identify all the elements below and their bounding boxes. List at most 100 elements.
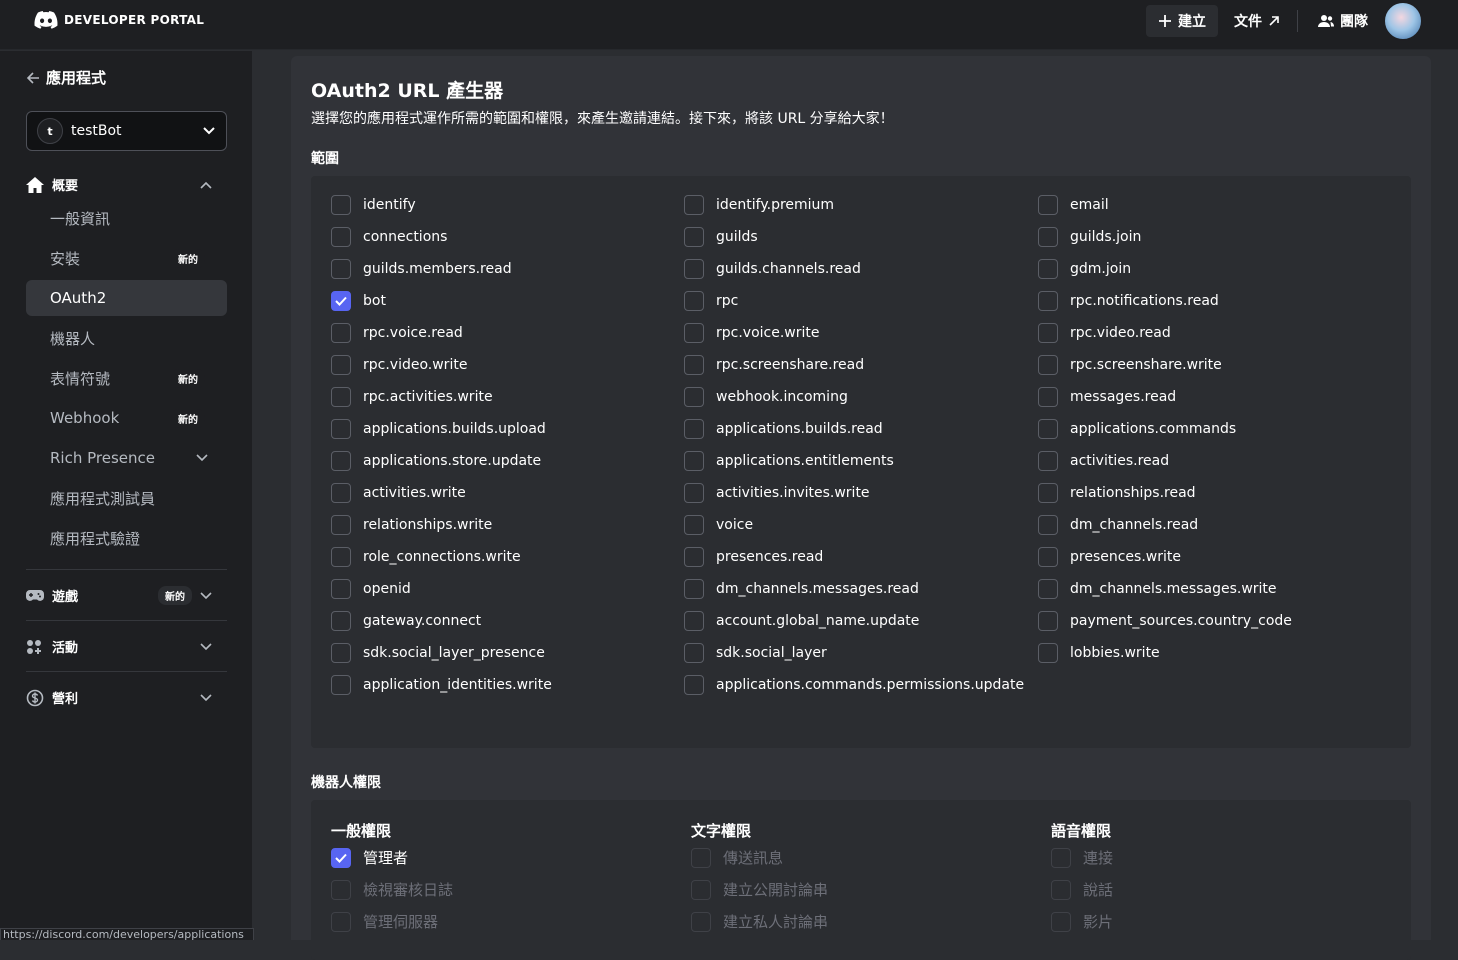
- sidebar-item-installation[interactable]: 安裝 新的: [26, 240, 227, 276]
- checkbox[interactable]: [1038, 387, 1058, 407]
- app-selector[interactable]: t testBot: [26, 111, 227, 151]
- scope-email[interactable]: email: [1038, 195, 1109, 215]
- checkbox[interactable]: [331, 259, 351, 279]
- checkbox[interactable]: [331, 291, 351, 311]
- checkbox[interactable]: [1038, 291, 1058, 311]
- back-to-applications[interactable]: 應用程式: [26, 67, 106, 88]
- scope-activities-invites-write[interactable]: activities.invites.write: [684, 483, 870, 503]
- checkbox[interactable]: [331, 195, 351, 215]
- scope-applications-builds-read[interactable]: applications.builds.read: [684, 419, 883, 439]
- scope-rpc-screenshare-read[interactable]: rpc.screenshare.read: [684, 355, 864, 375]
- docs-link[interactable]: 文件: [1222, 5, 1292, 37]
- scope-applications-commands[interactable]: applications.commands: [1038, 419, 1236, 439]
- user-avatar[interactable]: [1383, 1, 1423, 41]
- checkbox[interactable]: [684, 451, 704, 471]
- scope-dm-channels-messages-write[interactable]: dm_channels.messages.write: [1038, 579, 1277, 599]
- checkbox[interactable]: [1038, 547, 1058, 567]
- scope-rpc-activities-write[interactable]: rpc.activities.write: [331, 387, 493, 407]
- checkbox[interactable]: [684, 483, 704, 503]
- section-activities[interactable]: 活動: [26, 637, 212, 656]
- sidebar-item-general-info[interactable]: 一般資訊: [26, 200, 227, 236]
- checkbox[interactable]: [331, 547, 351, 567]
- scope-guilds[interactable]: guilds: [684, 227, 758, 247]
- checkbox[interactable]: [1038, 259, 1058, 279]
- checkbox[interactable]: [684, 579, 704, 599]
- scope-guilds-members-read[interactable]: guilds.members.read: [331, 259, 512, 279]
- scope-dm-channels-read[interactable]: dm_channels.read: [1038, 515, 1198, 535]
- checkbox[interactable]: [331, 483, 351, 503]
- checkbox[interactable]: [684, 515, 704, 535]
- checkbox[interactable]: [684, 419, 704, 439]
- permission-item[interactable]: 管理者: [331, 847, 408, 868]
- checkbox[interactable]: [684, 323, 704, 343]
- checkbox[interactable]: [1038, 515, 1058, 535]
- scope-applications-store-update[interactable]: applications.store.update: [331, 451, 541, 471]
- checkbox[interactable]: [1038, 451, 1058, 471]
- checkbox[interactable]: [331, 387, 351, 407]
- scope-presences-read[interactable]: presences.read: [684, 547, 823, 567]
- checkbox[interactable]: [331, 847, 351, 868]
- sidebar-item-emojis[interactable]: 表情符號 新的: [26, 360, 227, 396]
- create-button[interactable]: 建立: [1146, 5, 1218, 37]
- checkbox[interactable]: [1038, 195, 1058, 215]
- scope-identify[interactable]: identify: [331, 195, 416, 215]
- checkbox[interactable]: [331, 451, 351, 471]
- scope-webhook-incoming[interactable]: webhook.incoming: [684, 387, 848, 407]
- scope-rpc-voice-write[interactable]: rpc.voice.write: [684, 323, 820, 343]
- checkbox[interactable]: [1038, 579, 1058, 599]
- checkbox[interactable]: [331, 611, 351, 631]
- scope-rpc-screenshare-write[interactable]: rpc.screenshare.write: [1038, 355, 1222, 375]
- checkbox[interactable]: [1038, 227, 1058, 247]
- scope-bot[interactable]: bot: [331, 291, 386, 311]
- sidebar-item-webhook[interactable]: Webhook 新的: [26, 400, 227, 436]
- checkbox[interactable]: [331, 355, 351, 375]
- scope-presences-write[interactable]: presences.write: [1038, 547, 1181, 567]
- scope-messages-read[interactable]: messages.read: [1038, 387, 1176, 407]
- checkbox[interactable]: [684, 643, 704, 663]
- checkbox[interactable]: [684, 355, 704, 375]
- scope-gdm-join[interactable]: gdm.join: [1038, 259, 1131, 279]
- scope-applications-commands-permissions-update[interactable]: applications.commands.permissions.update: [684, 675, 1024, 695]
- developer-portal-logo[interactable]: DEVELOPER PORTAL: [34, 11, 204, 29]
- checkbox[interactable]: [684, 227, 704, 247]
- scope-voice[interactable]: voice: [684, 515, 753, 535]
- sidebar-item-app-verification[interactable]: 應用程式驗證: [26, 520, 227, 556]
- checkbox[interactable]: [1038, 643, 1058, 663]
- scope-sdk-social-layer[interactable]: sdk.social_layer: [684, 643, 827, 663]
- checkbox[interactable]: [684, 387, 704, 407]
- scope-rpc-video-read[interactable]: rpc.video.read: [1038, 323, 1171, 343]
- scope-account-global-name-update[interactable]: account.global_name.update: [684, 611, 919, 631]
- scope-rpc[interactable]: rpc: [684, 291, 738, 311]
- checkbox[interactable]: [331, 579, 351, 599]
- checkbox[interactable]: [1038, 483, 1058, 503]
- checkbox[interactable]: [1038, 419, 1058, 439]
- scope-sdk-social-layer-presence[interactable]: sdk.social_layer_presence: [331, 643, 545, 663]
- scope-application-identities-write[interactable]: application_identities.write: [331, 675, 552, 695]
- checkbox[interactable]: [331, 227, 351, 247]
- scope-lobbies-write[interactable]: lobbies.write: [1038, 643, 1160, 663]
- section-overview[interactable]: 概要: [26, 175, 212, 194]
- checkbox[interactable]: [684, 611, 704, 631]
- checkbox[interactable]: [1038, 355, 1058, 375]
- checkbox[interactable]: [331, 675, 351, 695]
- checkbox[interactable]: [684, 291, 704, 311]
- section-games[interactable]: 遊戲 新的: [26, 586, 212, 605]
- checkbox[interactable]: [684, 195, 704, 215]
- scope-relationships-write[interactable]: relationships.write: [331, 515, 492, 535]
- scope-activities-read[interactable]: activities.read: [1038, 451, 1169, 471]
- scope-rpc-voice-read[interactable]: rpc.voice.read: [331, 323, 463, 343]
- scope-activities-write[interactable]: activities.write: [331, 483, 466, 503]
- scope-dm-channels-messages-read[interactable]: dm_channels.messages.read: [684, 579, 919, 599]
- checkbox[interactable]: [331, 323, 351, 343]
- scope-connections[interactable]: connections: [331, 227, 447, 247]
- scope-rpc-video-write[interactable]: rpc.video.write: [331, 355, 467, 375]
- scope-applications-entitlements[interactable]: applications.entitlements: [684, 451, 894, 471]
- checkbox[interactable]: [1038, 611, 1058, 631]
- checkbox[interactable]: [331, 643, 351, 663]
- checkbox[interactable]: [684, 259, 704, 279]
- checkbox[interactable]: [684, 675, 704, 695]
- scope-openid[interactable]: openid: [331, 579, 411, 599]
- checkbox[interactable]: [331, 419, 351, 439]
- sidebar-item-rich-presence[interactable]: Rich Presence: [26, 440, 227, 476]
- sidebar-item-app-testers[interactable]: 應用程式測試員: [26, 480, 227, 516]
